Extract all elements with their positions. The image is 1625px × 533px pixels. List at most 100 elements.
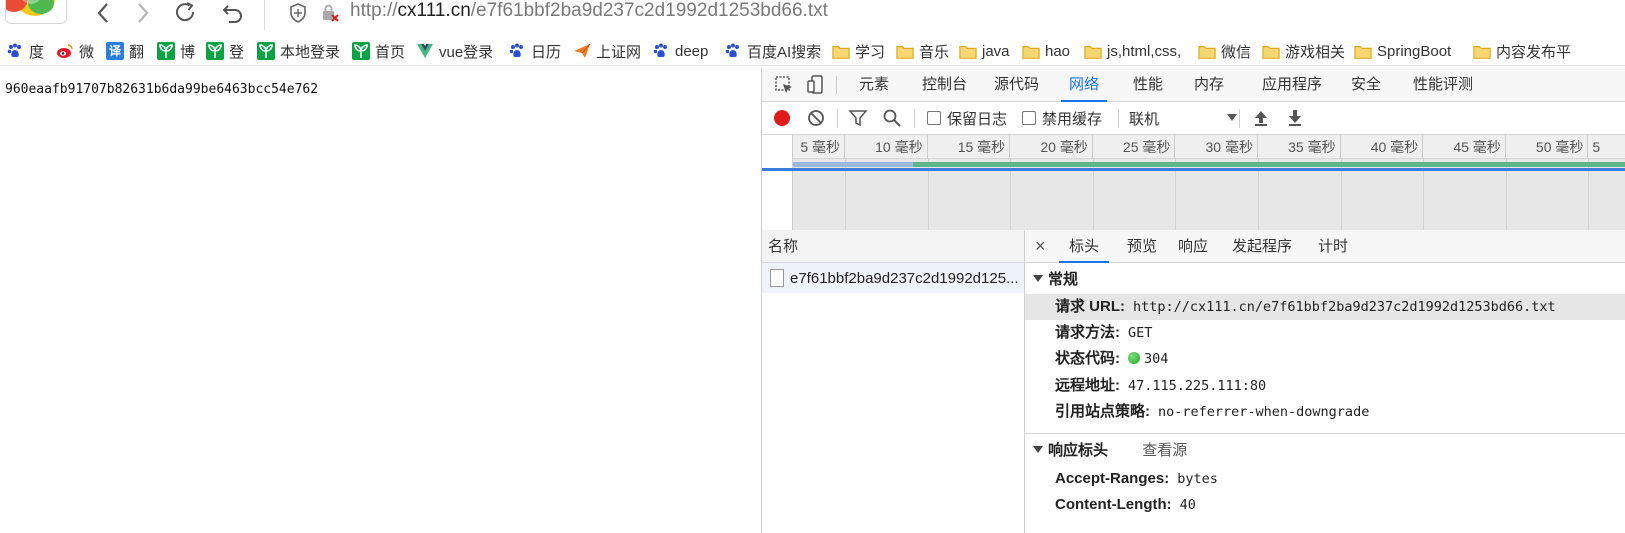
devtools-tab[interactable]: 应用程序 [1262,68,1322,102]
browser-logo[interactable] [5,0,67,24]
detail-tab[interactable]: 预览 [1127,230,1157,263]
bookmark-item[interactable]: js,html,css, [1084,40,1181,62]
bookmark-item[interactable]: 首页 [352,40,405,62]
accept-ranges-value: bytes [1177,471,1218,487]
name-column-header[interactable]: 名称 [762,230,1024,263]
timeline-request-bar [793,162,913,167]
shield-button[interactable] [283,0,313,26]
disable-cache-checkbox[interactable]: 禁用缓存 [1022,107,1102,129]
bookmark-item[interactable]: hao [1022,40,1070,62]
device-icon [807,75,823,94]
bookmark-item[interactable]: 游戏相关 [1262,40,1345,62]
back-button[interactable] [88,0,118,26]
url-field[interactable]: http://cx111.cn/e7f61bbf2ba9d237c2d1992d… [350,0,828,24]
bookmark-item[interactable]: deep [652,40,708,62]
referrer-policy-value: no-referrer-when-downgrade [1158,404,1370,420]
timeline-load-bar [793,162,1625,167]
preserve-log-label: 保留日志 [947,110,1008,128]
general-section-toggle[interactable]: 常规 [1025,267,1078,293]
bookmark-label: 上证网 [596,43,642,61]
throttle-select[interactable]: 联机 [1129,107,1237,129]
detail-tab[interactable]: 计时 [1318,230,1348,263]
devtools-tab[interactable]: 性能评测 [1413,68,1473,102]
request-detail: × 标头 预览 响应 发起程序 计时 常规 请求 URL: http://cx111.cn… [1025,230,1625,533]
timeline-tick-label: 30 毫秒 [1175,135,1258,159]
clear-icon [808,110,824,126]
devtools-tab[interactable]: 内存 [1194,68,1224,102]
bookmark-label: 微信 [1221,43,1252,61]
bookmark-label: 学习 [855,43,886,61]
bookmark-item[interactable]: vue登录 [416,40,493,62]
reload-button[interactable] [170,0,200,26]
bookmark-item[interactable]: 微信 [1198,40,1251,62]
divider [1239,109,1240,128]
back-icon [97,3,108,23]
folder-icon [959,42,977,60]
record-button[interactable] [772,107,792,129]
bookmark-item[interactable]: 译翻 [106,40,144,62]
request-name: e7f61bbf2ba9d237c2d1992d125... [790,269,1019,287]
insecure-lock-button[interactable] [315,0,345,26]
bookmark-label: 本地登录 [280,43,341,61]
bookmark-item[interactable]: 登 [206,40,244,62]
url-prefix: http:// [350,0,398,21]
forward-button[interactable] [128,0,158,26]
close-detail-button[interactable]: × [1035,236,1046,257]
status-code-label: 状态代码: [1055,350,1120,367]
export-har-button[interactable] [1286,107,1304,129]
bookmark-item[interactable]: 音乐 [896,40,949,62]
bookmark-item[interactable]: 上证网 [573,40,641,62]
view-source-link[interactable]: 查看源 [1142,442,1187,459]
preserve-log-checkbox[interactable]: 保留日志 [927,107,1007,129]
device-toolbar-button[interactable] [804,74,828,96]
undo-close-button[interactable] [218,0,248,26]
bookmark-item[interactable]: 学习 [832,40,885,62]
baidu-paw-icon [724,42,742,60]
timeline-tick-label: 45 毫秒 [1423,135,1506,159]
forward-icon [138,3,149,23]
bookmark-item[interactable]: 微 [56,40,94,62]
bookmark-item[interactable]: 内容发布平 [1473,40,1571,62]
preserve-log-box[interactable] [927,111,941,125]
detail-tab[interactable]: 发起程序 [1232,230,1292,263]
timeline-tick-label: 5 毫秒 [793,135,845,159]
request-row[interactable]: e7f61bbf2ba9d237c2d1992d125... [762,263,1024,293]
detail-tab[interactable]: 响应 [1178,230,1208,263]
timeline-tick-label: 20 毫秒 [1010,135,1093,159]
filter-button[interactable] [848,107,868,129]
bookmark-item[interactable]: 博 [157,40,195,62]
bookmark-item[interactable]: 日历 [508,40,561,62]
remote-address-row: 远程地址: 47.115.225.111:80 [1025,373,1625,399]
bookmark-item[interactable]: java [959,40,1010,62]
import-har-button[interactable] [1252,107,1270,129]
bookmark-item[interactable]: 度 [6,40,44,62]
url-host: cx111.cn [397,0,471,21]
request-list: 名称 e7f61bbf2ba9d237c2d1992d125... [762,230,1025,533]
bookmark-label: 内容发布平 [1496,43,1572,61]
search-button[interactable] [882,107,902,129]
detail-tab[interactable]: 标头 [1058,230,1110,263]
divider [264,0,265,30]
clear-button[interactable] [806,107,826,129]
request-url-row[interactable]: 请求 URL: http://cx111.cn/e7f61bbf2ba9d237c… [1025,294,1625,320]
bookmark-item[interactable]: SpringBoot [1354,40,1451,62]
translate-icon: 译 [106,42,124,60]
bookmark-label: 首页 [375,43,406,61]
remote-address-value: 47.115.225.111:80 [1128,378,1267,394]
devtools-tab[interactable]: 网络 [1060,68,1108,102]
throttle-value: 联机 [1129,110,1160,128]
bookmark-item[interactable]: 百度AI搜索 [724,40,821,62]
status-code-row: 状态代码: 304 [1025,346,1625,372]
inspect-element-button[interactable] [772,74,796,96]
devtools-tab[interactable]: 性能 [1133,68,1163,102]
disable-cache-box[interactable] [1022,111,1036,125]
devtools-tab[interactable]: 安全 [1351,68,1381,102]
response-headers-toggle[interactable]: 响应标头 查看源 [1025,438,1187,464]
devtools-tab[interactable]: 元素 [859,68,889,102]
bookmark-item[interactable]: 本地登录 [257,40,340,62]
devtools-tab[interactable]: 控制台 [922,68,967,102]
network-timeline[interactable]: 5 毫秒 10 毫秒 15 毫秒 20 毫秒 25 毫秒 30 毫秒 35 毫秒 40 毫秒 4… [762,135,1625,230]
accept-ranges-label: Accept-Ranges: [1055,470,1170,487]
bookmark-label: 登 [229,43,245,61]
devtools-tab[interactable]: 源代码 [994,68,1039,102]
